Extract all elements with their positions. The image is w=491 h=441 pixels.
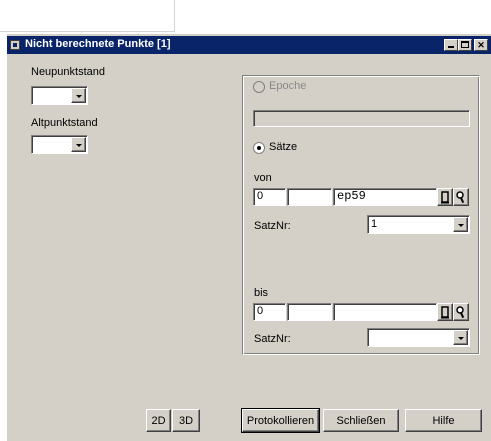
search-icon xyxy=(456,306,465,319)
bis-field-1[interactable]: 0 xyxy=(253,303,286,321)
epoche-label-shadow: Epoche xyxy=(269,80,306,92)
von-pick-button[interactable] xyxy=(437,188,453,206)
minimize-button[interactable] xyxy=(444,39,458,51)
altpunktstand-label: Altpunktstand xyxy=(31,117,98,129)
epoche-label: Epoche xyxy=(269,80,307,92)
neupunktstand-select[interactable] xyxy=(31,86,88,105)
von-field-2[interactable] xyxy=(287,188,332,206)
title-bar[interactable]: Nicht berechnete Punkte [1] ✕ xyxy=(7,36,491,54)
bis-label: bis xyxy=(254,287,269,299)
view-2d-button[interactable]: 2D xyxy=(146,409,171,432)
bis-pick-button[interactable] xyxy=(437,303,453,321)
epoche-field[interactable] xyxy=(253,110,470,127)
door-icon xyxy=(441,191,449,204)
protokollieren-button[interactable]: Protokollieren xyxy=(241,408,320,433)
search-icon xyxy=(456,191,465,204)
bis-field-3[interactable] xyxy=(333,303,437,321)
von-search-button[interactable] xyxy=(453,188,469,206)
von-satznr-value: 1 xyxy=(371,218,378,230)
bis-satznr-select[interactable] xyxy=(367,328,470,347)
von-field-1[interactable]: 0 xyxy=(253,188,286,206)
view-3d-button[interactable]: 3D xyxy=(172,409,200,432)
von-satznr-label: SatzNr: xyxy=(254,220,291,232)
chevron-down-icon xyxy=(76,144,82,147)
von-label: von xyxy=(254,172,272,184)
altpunktstand-select[interactable] xyxy=(31,135,88,154)
bis-satznr-label: SatzNr: xyxy=(254,333,291,345)
close-icon: ✕ xyxy=(477,40,485,50)
bis-satznr-dropdown-button[interactable] xyxy=(453,330,468,345)
door-icon xyxy=(441,306,449,319)
minimize-icon xyxy=(448,46,454,48)
chevron-down-icon xyxy=(76,95,82,98)
von-satznr-dropdown-button[interactable] xyxy=(453,217,468,232)
neupunktstand-dropdown-button[interactable] xyxy=(71,88,86,103)
top-input-box xyxy=(0,0,175,32)
saetze-label: Sätze xyxy=(269,141,298,153)
saetze-radio[interactable] xyxy=(253,142,265,154)
chevron-down-icon xyxy=(458,224,464,227)
maximize-button[interactable] xyxy=(458,39,472,51)
system-menu-icon[interactable] xyxy=(10,40,20,50)
schliessen-button[interactable]: Schließen xyxy=(323,409,399,432)
hilfe-button[interactable]: Hilfe xyxy=(405,409,482,432)
epoche-radio[interactable] xyxy=(253,81,265,93)
radio-dot-icon xyxy=(257,146,261,150)
von-satznr-select[interactable]: 1 xyxy=(367,215,470,234)
window-title: Nicht berechnete Punkte [1] xyxy=(25,38,171,50)
close-button[interactable]: ✕ xyxy=(474,39,488,51)
von-field-3[interactable]: ep59 xyxy=(333,188,437,206)
neupunktstand-label: Neupunktstand xyxy=(31,66,105,78)
maximize-icon xyxy=(461,41,469,48)
bis-search-button[interactable] xyxy=(453,303,469,321)
chevron-down-icon xyxy=(458,337,464,340)
bis-field-2[interactable] xyxy=(287,303,332,321)
altpunktstand-dropdown-button[interactable] xyxy=(71,137,86,152)
